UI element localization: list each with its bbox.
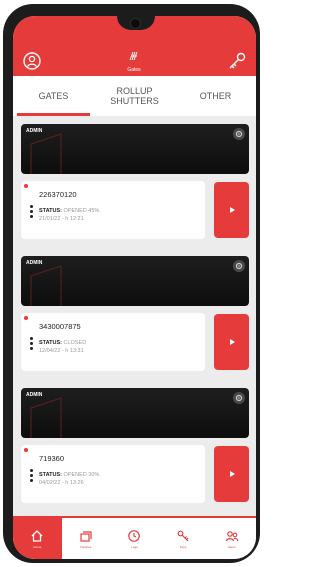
alert-dot-icon xyxy=(24,316,28,320)
device-timestamp: 04/02/22 - h 13:26 xyxy=(39,480,84,486)
gear-icon xyxy=(235,130,243,138)
menu-dots-icon[interactable] xyxy=(30,205,34,220)
device-status: STATUS: OPENED 30% xyxy=(39,472,100,478)
play-icon xyxy=(229,207,235,213)
device-timestamp: 12/04/22 - h 13:31 xyxy=(39,348,84,354)
home-icon xyxy=(31,529,43,542)
device-id: 226370120 xyxy=(39,190,77,199)
open-gate-button[interactable] xyxy=(214,446,249,502)
device-card-body[interactable]: 3430007875 STATUS: CLOSED 12/04/22 - h 1… xyxy=(21,313,205,371)
role-label: ADMIN xyxy=(26,128,43,134)
devices-icon xyxy=(80,530,92,542)
nav-label: Keys xyxy=(179,544,187,549)
nav-devices[interactable]: Devices xyxy=(62,518,111,559)
role-label: ADMIN xyxy=(26,260,43,266)
device-card[interactable]: 3430007875 STATUS: CLOSED 12/04/22 - h 1… xyxy=(21,313,249,371)
settings-button[interactable] xyxy=(233,260,245,272)
tab-other[interactable]: OTHER xyxy=(175,76,256,116)
tab-gates[interactable]: GATES xyxy=(13,76,94,116)
open-gate-button[interactable] xyxy=(214,182,249,238)
tab-bar: GATES ROLLUP SHUTTERS OTHER xyxy=(13,76,256,116)
menu-dots-icon[interactable] xyxy=(30,469,34,484)
page-title: Gates xyxy=(127,67,141,73)
nav-label: Devices xyxy=(80,544,92,549)
gate-icon xyxy=(129,51,138,61)
device-card[interactable]: 719360 STATUS: OPENED 30% 04/02/22 - h 1… xyxy=(21,445,249,503)
device-timestamp: 21/01/22 - h 12:21 xyxy=(39,216,84,222)
nav-label: Home xyxy=(33,544,42,549)
nav-label: Users xyxy=(227,544,236,549)
bottom-nav: Home Devices Logs Keys Users xyxy=(13,516,256,559)
device-group: ADMIN 719360 STATUS: OPENED 30% 04/02/22… xyxy=(21,388,249,503)
camera-icon xyxy=(130,18,141,29)
nav-label: Logs xyxy=(131,544,138,549)
device-status: STATUS: CLOSED xyxy=(39,340,87,346)
users-icon xyxy=(225,530,239,541)
app-screen: Gates GATES ROLLUP SHUTTERS OTHER ADMIN … xyxy=(13,16,256,559)
role-label: ADMIN xyxy=(26,392,43,398)
nav-home[interactable]: Home xyxy=(13,518,62,559)
device-id: 719360 xyxy=(39,454,65,463)
device-card-body[interactable]: 719360 STATUS: OPENED 30% 04/02/22 - h 1… xyxy=(21,445,205,503)
settings-button[interactable] xyxy=(233,128,245,140)
tab-rollup-shutters[interactable]: ROLLUP SHUTTERS xyxy=(94,76,175,116)
device-list[interactable]: ADMIN 226370120 STATUS: OPENED 45% 21/01… xyxy=(13,116,256,516)
device-id: 3430007875 xyxy=(39,322,81,331)
device-card[interactable]: 226370120 STATUS: OPENED 45% 21/01/22 - … xyxy=(21,181,249,239)
play-icon xyxy=(229,339,235,345)
key-icon xyxy=(177,530,189,541)
alert-dot-icon xyxy=(24,448,28,452)
play-icon xyxy=(229,471,235,477)
nav-logs[interactable]: Logs xyxy=(110,518,159,559)
device-banner: ADMIN xyxy=(21,124,249,174)
menu-dots-icon[interactable] xyxy=(30,337,34,352)
profile-button[interactable] xyxy=(21,50,43,72)
device-banner: ADMIN xyxy=(21,256,249,306)
user-circle-icon xyxy=(23,52,41,70)
device-group: ADMIN 226370120 STATUS: OPENED 45% 21/01… xyxy=(21,124,249,239)
nav-keys[interactable]: Keys xyxy=(159,518,208,559)
device-card-body[interactable]: 226370120 STATUS: OPENED 45% 21/01/22 - … xyxy=(21,181,205,239)
gear-icon xyxy=(235,262,243,270)
device-banner: ADMIN xyxy=(21,388,249,438)
device-group: ADMIN 3430007875 STATUS: CLOSED 12/04/22… xyxy=(21,256,249,371)
clock-icon xyxy=(128,529,141,542)
settings-button[interactable] xyxy=(233,392,245,404)
open-gate-button[interactable] xyxy=(214,314,249,370)
phone-frame: Gates GATES ROLLUP SHUTTERS OTHER ADMIN … xyxy=(3,4,260,563)
key-icon xyxy=(229,52,246,69)
header-center: Gates xyxy=(109,48,159,73)
device-status: STATUS: OPENED 45% xyxy=(39,208,100,214)
gear-icon xyxy=(235,394,243,402)
alert-dot-icon xyxy=(24,184,28,188)
nav-users[interactable]: Users xyxy=(207,518,256,559)
key-button[interactable] xyxy=(226,50,248,72)
